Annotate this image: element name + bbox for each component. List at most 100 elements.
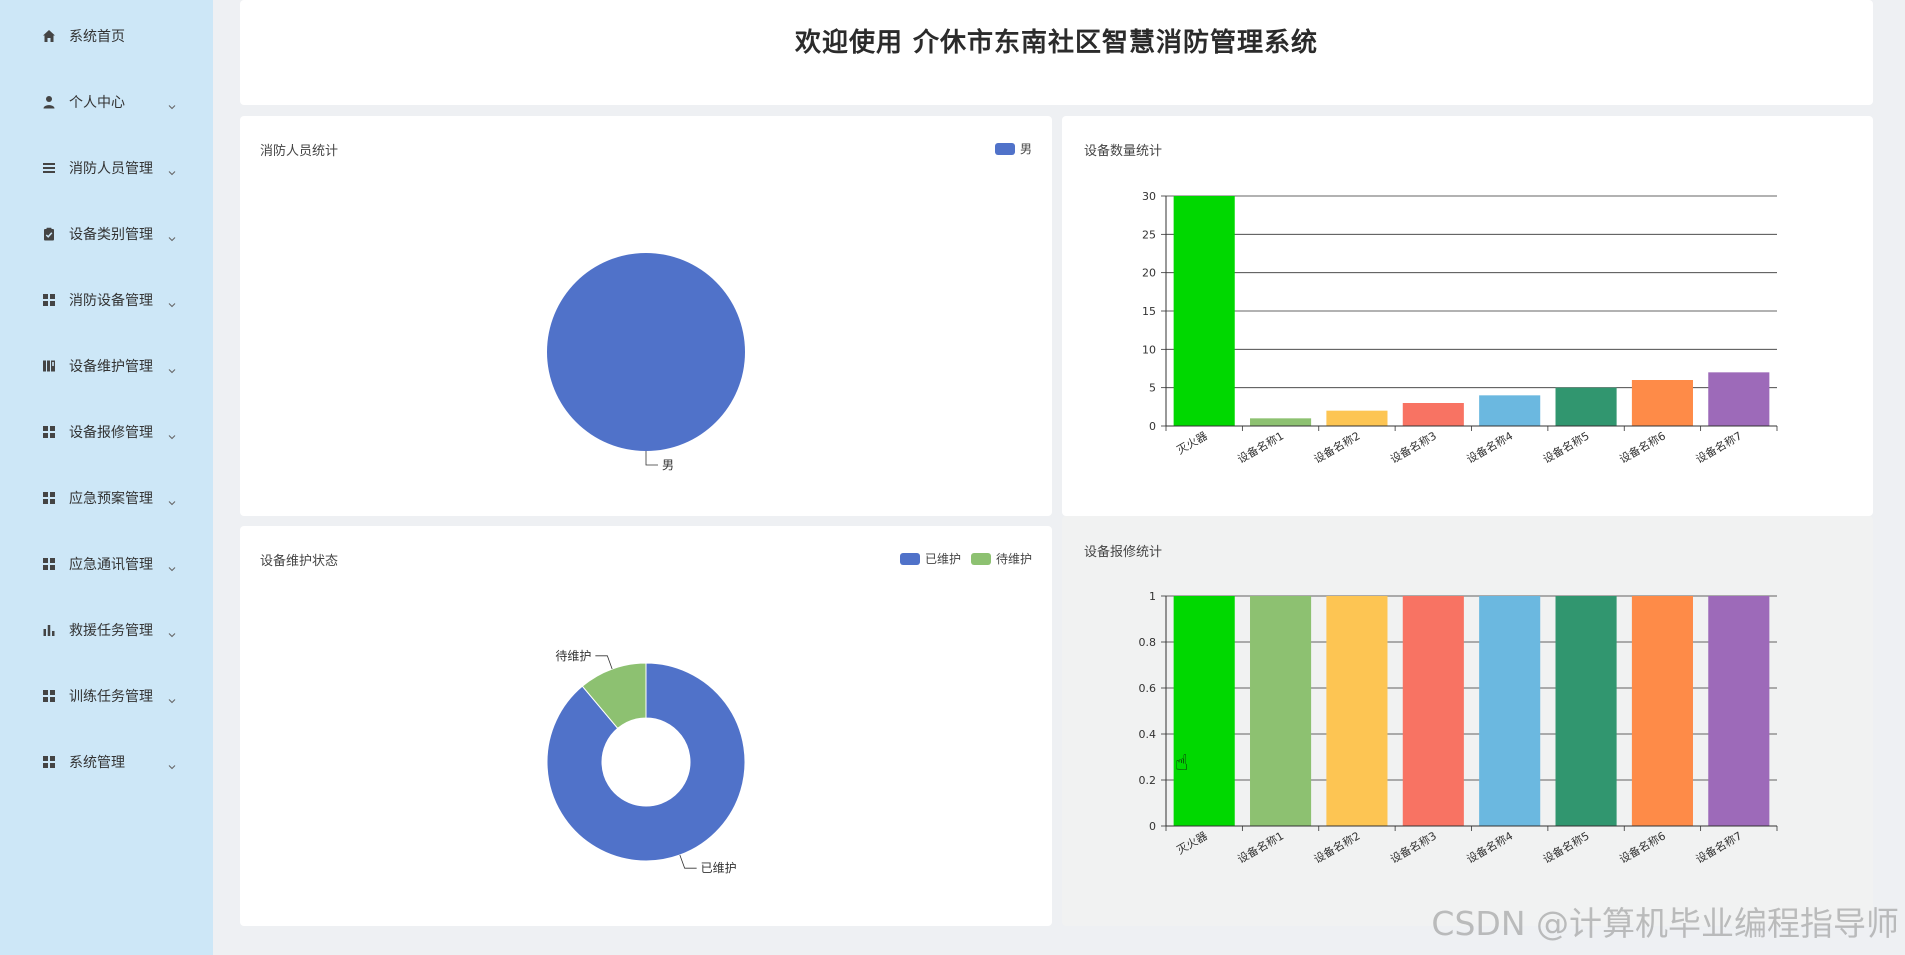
x-tick-label: 设备名称7 [1693,828,1744,866]
x-tick-label: 灭火器 [1175,829,1210,857]
sidebar-item-0[interactable]: 系统首页 [0,14,213,58]
personnel-stats-card: 消防人员统计 男 男 [240,116,1052,516]
x-tick-label: 设备名称5 [1540,428,1591,466]
y-tick-label: 30 [1142,190,1156,203]
x-tick-label: 设备名称4 [1464,428,1515,466]
grid-icon [41,688,57,704]
sidebar-item-9[interactable]: 救援任务管理 [0,608,213,652]
pie-leader-line [645,451,658,466]
book-icon [41,358,57,374]
bar[interactable] [1250,418,1312,426]
x-tick-label: 设备名称2 [1311,828,1362,866]
sidebar-item-5[interactable]: 设备维护管理 [0,344,213,388]
sidebar-item-label: 个人中心 [69,95,125,111]
chevron-down-icon[interactable] [168,360,176,374]
y-tick-label: 0 [1149,820,1156,833]
repair-stats-card: 设备报修统计 0 0.2 0.4 0.6 0.8 1 灭火器 设备名称1 设备名称2 设备名称3 设… [1062,516,1873,926]
bar[interactable] [1326,596,1388,826]
x-tick-label: 设备名称6 [1617,828,1668,866]
pie-label: 已维护 [701,861,737,875]
clipboard-icon [41,226,57,242]
chevron-down-icon[interactable] [168,96,176,110]
chevron-down-icon[interactable] [168,558,176,572]
watermark: CSDN @计算机毕业编程指导师 [1431,904,1899,943]
y-tick-label: 5 [1149,382,1156,395]
grid-icon [41,292,57,308]
chevron-down-icon[interactable] [168,426,176,440]
y-tick-label: 0 [1149,420,1156,433]
pie-leader-line [595,655,613,670]
sidebar-item-7[interactable]: 应急预案管理 [0,476,213,520]
sidebar-item-label: 设备报修管理 [69,425,153,441]
personnel-pie-chart[interactable]: 男 [240,116,1052,516]
bar[interactable] [1479,596,1541,826]
bar[interactable] [1250,596,1312,826]
bar-chart-icon [41,622,57,638]
bar[interactable] [1555,596,1617,826]
sidebar-item-1[interactable]: 个人中心 [0,80,213,124]
bar[interactable] [1555,387,1617,426]
maintenance-status-card: 设备维护状态 已维护 待维护 已维护 待维护 [240,526,1052,926]
x-tick-label: 设备名称5 [1540,828,1591,866]
sidebar-item-label: 应急预案管理 [69,491,153,507]
repair-stats-bar-chart[interactable]: 0 0.2 0.4 0.6 0.8 1 灭火器 设备名称1 设备名称2 设备名称3 设备名称4 设备名… [1062,516,1873,926]
x-tick-label: 设备名称3 [1388,828,1439,866]
y-tick-label: 0.2 [1139,774,1157,787]
pie-label: 男 [662,458,674,472]
user-icon [41,94,57,110]
sidebar-item-4[interactable]: 消防设备管理 [0,278,213,322]
chevron-down-icon[interactable] [168,492,176,506]
bar[interactable] [1402,596,1464,826]
home-icon [41,28,57,44]
y-tick-label: 0.8 [1139,636,1157,649]
equipment-count-bar-chart[interactable]: 0 5 10 15 20 25 30 灭火器 设备名称1 设备名称2 设备名称3 设备名称4 设备名称5… [1062,116,1873,516]
grid-icon [41,754,57,770]
bar[interactable] [1326,410,1388,426]
sidebar-item-2[interactable]: 消防人员管理 [0,146,213,190]
y-tick-label: 1 [1149,590,1156,603]
chevron-down-icon[interactable] [168,228,176,242]
chevron-down-icon[interactable] [168,294,176,308]
y-tick-label: 25 [1142,228,1156,241]
y-tick-label: 20 [1142,267,1156,280]
x-tick-label: 设备名称1 [1235,428,1286,466]
sidebar-item-label: 系统首页 [69,29,125,45]
pie-slice[interactable] [547,253,745,451]
sidebar-item-8[interactable]: 应急通讯管理 [0,542,213,586]
y-tick-label: 15 [1142,305,1156,318]
sidebar-item-11[interactable]: 系统管理 [0,740,213,784]
sidebar-item-label: 救援任务管理 [69,623,153,639]
pie-label: 待维护 [555,649,591,663]
bar[interactable] [1173,596,1235,826]
bar[interactable] [1631,596,1693,826]
chevron-down-icon[interactable] [168,162,176,176]
sidebar-item-3[interactable]: 设备类别管理 [0,212,213,256]
x-tick-label: 灭火器 [1175,429,1210,457]
bar[interactable] [1173,196,1235,426]
page-title: 欢迎使用 介休市东南社区智慧消防管理系统 [794,28,1319,58]
hand-cursor-icon: ☝ [1175,751,1189,776]
chevron-down-icon[interactable] [168,756,176,770]
y-tick-label: 10 [1142,343,1156,356]
chevron-down-icon[interactable] [168,690,176,704]
sidebar-item-10[interactable]: 训练任务管理 [0,674,213,718]
maintenance-donut-chart[interactable]: 已维护 待维护 [240,526,1052,926]
x-tick-label: 设备名称4 [1464,828,1515,866]
x-tick-label: 设备名称1 [1235,828,1286,866]
bar[interactable] [1402,403,1464,426]
y-tick-label: 0.4 [1139,728,1157,741]
bar[interactable] [1631,380,1693,426]
sidebar-item-label: 训练任务管理 [69,689,153,705]
bar[interactable] [1708,372,1770,426]
chevron-down-icon[interactable] [168,624,176,638]
pie-leader-line [679,854,697,869]
sidebar-item-label: 应急通讯管理 [69,557,153,573]
sidebar-item-6[interactable]: 设备报修管理 [0,410,213,454]
list-icon [41,160,57,176]
sidebar-item-label: 消防设备管理 [69,293,153,309]
x-tick-label: 设备名称6 [1617,428,1668,466]
grid-icon [41,556,57,572]
x-tick-label: 设备名称7 [1693,428,1744,466]
bar[interactable] [1708,596,1770,826]
bar[interactable] [1479,395,1541,426]
